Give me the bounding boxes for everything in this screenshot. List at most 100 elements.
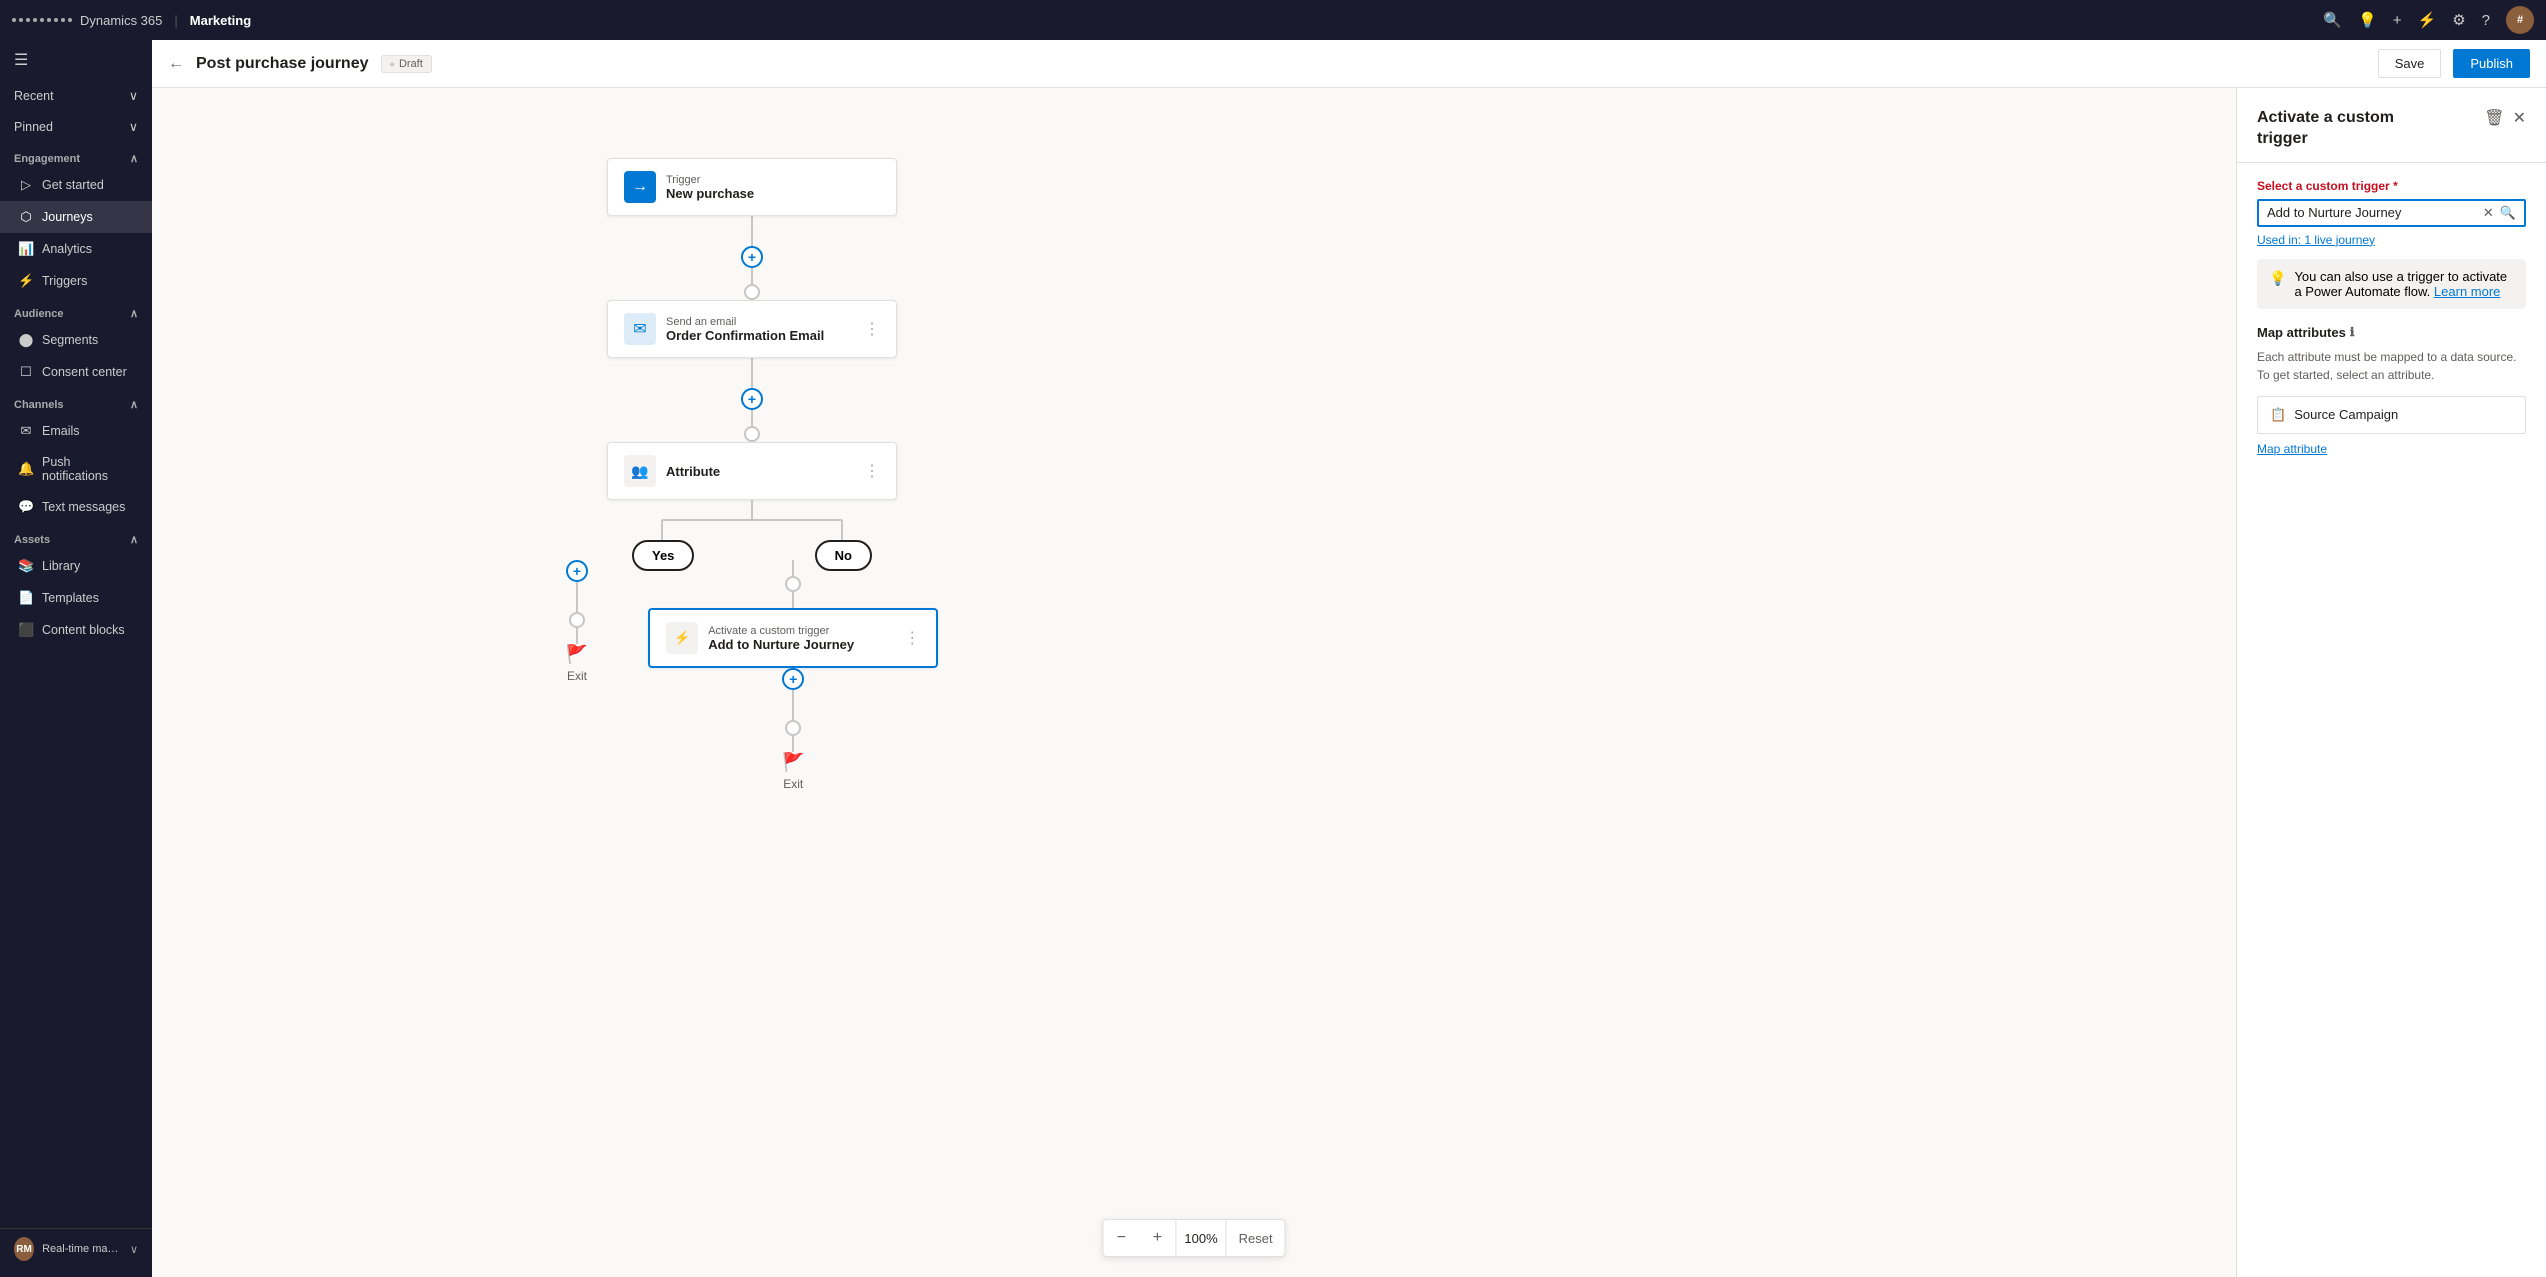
page-title: Post purchase journey [196,55,369,73]
add-button-1[interactable]: + [741,246,763,268]
trigger-info: Trigger New purchase [666,174,880,201]
reset-button[interactable]: Reset [1227,1220,1285,1256]
email-label: Send an email [666,316,854,328]
custom-trigger-title: Add to Nurture Journey [708,637,894,652]
email-more-icon[interactable]: ⋮ [864,319,880,339]
main-layout: ☰ Recent ∨ Pinned ∨ Engagement ∧ ▷ Get s… [0,40,2546,1277]
right-panel: Activate a customtrigger 🗑 ✕ Select a cu… [2236,88,2546,1277]
trigger-select-input[interactable]: Add to Nurture Journey ✕ 🔍 [2257,199,2526,227]
line-v-short-2 [751,410,753,426]
learn-more-link[interactable]: Learn more [2434,284,2500,299]
panel-close-icon[interactable]: ✕ [2513,108,2526,128]
zoom-in-button[interactable]: + [1139,1220,1175,1256]
assets-group: Assets ∧ [0,523,152,550]
yes-exit-label: Exit [567,669,587,683]
sidebar-item-segments[interactable]: ⬤ Segments [0,324,152,356]
line-v-short [751,268,753,284]
yes-connector: + [566,560,588,644]
save-button[interactable]: Save [2378,49,2442,78]
filter-icon[interactable]: ⚡ [2418,11,2437,29]
connector-1: + [741,216,763,300]
journey-area: → Trigger New purchase + [152,88,2546,1277]
node-circle-2 [744,426,760,442]
sidebar-item-recent[interactable]: Recent ∨ [0,80,152,111]
sidebar-item-get-started[interactable]: ▷ Get started [0,169,152,201]
custom-trigger-icon: ⚡ [666,622,698,654]
trigger-node[interactable]: → Trigger New purchase [607,158,897,216]
back-button[interactable]: ← [168,55,184,73]
source-campaign-row[interactable]: 📋 Source Campaign [2257,396,2526,434]
attribute-title: Attribute [666,464,854,479]
yes-line [576,582,578,612]
map-attr-label: Map attributes ℹ [2257,325,2526,340]
panel-header-icons: 🗑 ✕ [2484,108,2526,128]
attribute-node[interactable]: 👥 Attribute ⋮ [607,442,897,500]
user-avatar[interactable]: # [2506,6,2534,34]
plus-icon[interactable]: + [2393,12,2402,29]
attribute-icon: 👥 [624,455,656,487]
email-title: Order Confirmation Email [666,328,854,343]
consent-icon: ☐ [18,364,34,380]
connector-2: + [741,358,763,442]
no-exit-label: Exit [783,777,803,791]
sidebar-item-triggers[interactable]: ⚡ Triggers [0,265,152,297]
map-attr-info-icon[interactable]: ℹ [2350,325,2355,339]
no-add-button[interactable]: + [782,668,804,690]
custom-trigger-more-icon[interactable]: ⋮ [904,628,920,648]
clear-trigger-icon[interactable]: ✕ [2483,205,2494,221]
search-trigger-icon[interactable]: 🔍 [2500,205,2516,221]
hamburger-icon[interactable]: ☰ [0,40,152,80]
sidebar-item-library[interactable]: 📚 Library [0,550,152,582]
used-in-link[interactable]: Used in: 1 live journey [2257,233,2526,247]
no-line-top [792,560,794,576]
sidebar-item-journeys[interactable]: ⬡ Journeys [0,201,152,233]
yes-circle [569,612,585,628]
sidebar-item-push[interactable]: 🔔 Push notifications [0,447,152,491]
topbar-icons: 🔍 💡 + ⚡ ⚙ ? # [2323,6,2534,34]
sidebar-item-text[interactable]: 💬 Text messages [0,491,152,523]
source-campaign-icon: 📋 [2270,407,2286,423]
no-exit: 🚩 Exit [782,752,804,791]
yes-line-2 [576,628,578,644]
sidebar-item-consent[interactable]: ☐ Consent center [0,356,152,388]
zoom-out-button[interactable]: − [1103,1220,1139,1256]
canvas-toolbar: − + 100% Reset [1102,1219,1285,1257]
journeys-icon: ⬡ [18,209,34,225]
publish-button[interactable]: Publish [2453,49,2530,78]
line-v [751,216,753,246]
sidebar-item-emails[interactable]: ✉ Emails [0,415,152,447]
hint-icon: 💡 [2269,270,2286,299]
custom-trigger-node[interactable]: ⚡ Activate a custom trigger Add to Nurtu… [648,608,938,668]
status-dot: ● [390,59,395,69]
library-icon: 📚 [18,558,34,574]
add-button-2[interactable]: + [741,388,763,410]
sidebar-bottom-org[interactable]: RM Real-time marketi... ∨ [0,1228,152,1269]
no-connector [785,560,801,608]
app-dots [12,18,72,22]
audience-group: Audience ∧ [0,297,152,324]
source-campaign-label: Source Campaign [2294,407,2398,422]
no-circle [785,576,801,592]
zoom-percent: 100% [1175,1220,1226,1256]
journey-flow: → Trigger New purchase + [152,128,1352,791]
hint-text: You can also use a trigger to activate a… [2294,269,2514,299]
lightbulb-icon[interactable]: 💡 [2358,11,2377,29]
org-avatar: RM [14,1237,34,1261]
sidebar-item-templates[interactable]: 📄 Templates [0,582,152,614]
canvas[interactable]: → Trigger New purchase + [152,88,2236,1277]
attribute-more-icon[interactable]: ⋮ [864,461,880,481]
help-icon[interactable]: ? [2482,12,2490,29]
panel-body: Select a custom trigger * Add to Nurture… [2237,163,2546,1277]
no-connector-2: + [782,668,804,752]
yes-add-button[interactable]: + [566,560,588,582]
map-attribute-link[interactable]: Map attribute [2257,442,2526,456]
settings-icon[interactable]: ⚙ [2452,11,2465,29]
hint-box: 💡 You can also use a trigger to activate… [2257,259,2526,309]
sidebar-item-pinned[interactable]: Pinned ∨ [0,111,152,142]
panel-delete-icon[interactable]: 🗑 [2484,108,2504,128]
sidebar-item-analytics[interactable]: 📊 Analytics [0,233,152,265]
search-icon[interactable]: 🔍 [2323,11,2342,29]
email-node[interactable]: ✉ Send an email Order Confirmation Email… [607,300,897,358]
branch-columns: + 🚩 Exit [566,560,938,791]
sidebar-item-content-blocks[interactable]: ⬛ Content blocks [0,614,152,646]
